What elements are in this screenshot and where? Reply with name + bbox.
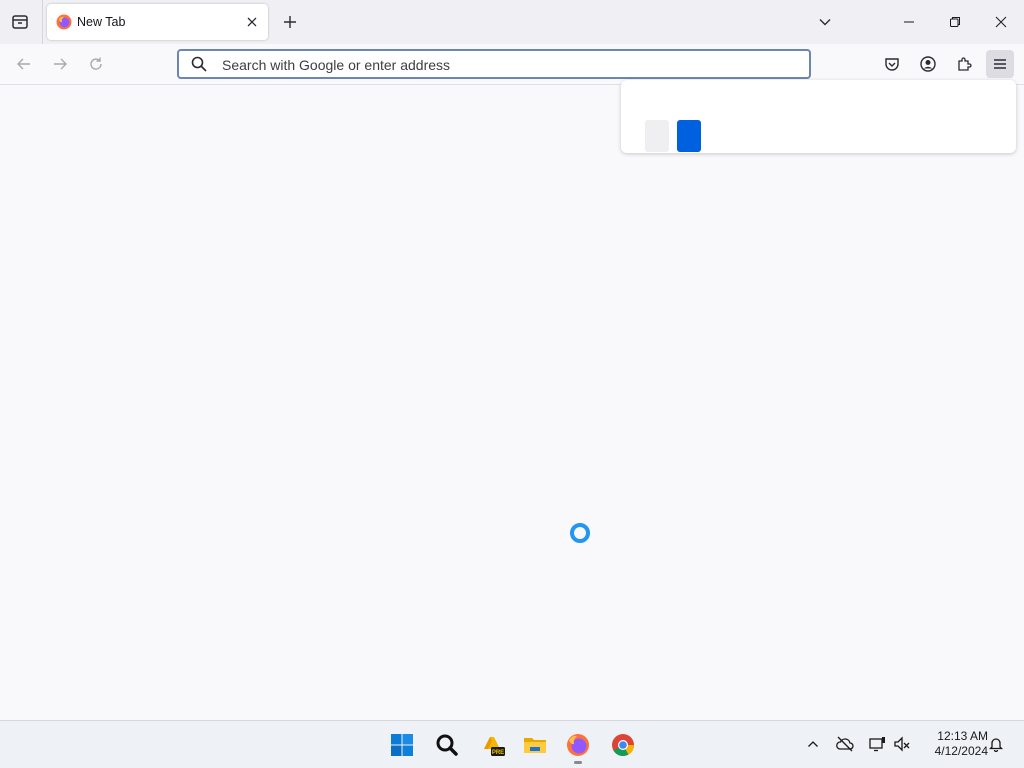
save-to-pocket-button[interactable] [878,50,906,78]
running-indicator [574,761,582,764]
chevron-up-icon [808,741,818,747]
search-icon [191,56,207,72]
close-icon [247,17,257,27]
close-window-button[interactable] [978,0,1024,44]
firefox-view-icon [12,15,28,29]
tab-new-tab[interactable]: New Tab [47,4,268,40]
back-button[interactable] [10,50,38,78]
account-icon [920,56,936,72]
arrow-right-icon [54,58,67,70]
close-icon [995,16,1007,28]
app-menu-panel [621,80,1016,153]
chevron-down-icon [819,19,831,26]
page-content [0,85,1024,720]
notifications-button[interactable] [985,733,1007,755]
minimize-button[interactable] [886,0,932,44]
cloud-offline-icon [836,736,854,752]
taskbar-preview-app[interactable]: PRE [476,729,508,761]
tab-title: New Tab [77,15,126,29]
taskbar: PRE 12:13 AM 4/12/2024 [0,720,1024,768]
network-status[interactable] [866,733,888,755]
taskbar-chrome[interactable] [607,729,639,761]
firefox-favicon-icon [56,14,72,30]
bell-icon [988,738,1004,752]
taskbar-file-explorer[interactable] [519,729,551,761]
tab-close-button[interactable] [244,14,260,30]
onedrive-status[interactable] [834,733,856,755]
hamburger-menu-icon [994,59,1006,69]
volume-status[interactable] [891,733,913,755]
reload-button[interactable] [82,50,110,78]
taskbar-firefox[interactable] [562,729,594,764]
clock-date: 4/12/2024 [934,744,988,758]
preview-app-icon: PRE [484,737,505,756]
restore-icon [950,17,960,27]
panel-placeholder-block [645,120,669,152]
extensions-button[interactable] [950,50,978,78]
start-button[interactable] [386,729,418,761]
forward-button[interactable] [46,50,74,78]
search-icon [436,734,458,756]
tab-separator [42,0,43,44]
list-all-tabs-button[interactable] [812,9,838,35]
firefox-icon [567,734,589,756]
navigation-toolbar [0,44,1024,85]
taskbar-clock[interactable]: 12:13 AM 4/12/2024 [918,729,988,759]
arrow-left-icon [17,58,30,70]
account-button[interactable] [914,50,942,78]
url-bar[interactable] [177,49,811,79]
pocket-icon [885,58,899,71]
taskbar-search-button[interactable] [431,729,463,761]
show-hidden-icons-button[interactable] [802,733,824,755]
puzzle-icon [958,57,972,71]
reload-icon [90,57,102,70]
firefox-view-button[interactable] [6,8,34,36]
clock-time: 12:13 AM [937,729,988,743]
plus-icon [284,16,296,28]
network-icon [869,737,885,752]
url-input[interactable] [222,53,792,77]
application-menu-button[interactable] [986,50,1014,78]
minimize-icon [904,21,914,23]
panel-accent-block [677,120,701,152]
restore-button[interactable] [932,0,978,44]
tab-strip: New Tab [0,0,1024,44]
windows-logo-icon [391,734,413,756]
volume-muted-icon [894,736,910,752]
chrome-icon [612,734,634,756]
new-tab-button[interactable] [277,9,303,35]
folder-icon [524,738,546,753]
svg-text:PRE: PRE [492,750,504,756]
loading-spinner [570,523,590,543]
